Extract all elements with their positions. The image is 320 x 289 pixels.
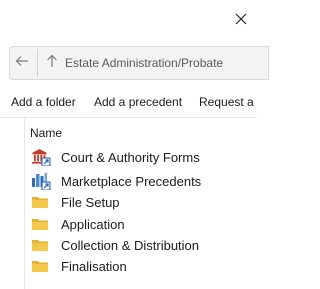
- column-divider: [24, 118, 25, 289]
- breadcrumb-path[interactable]: Estate Administration/Probate: [65, 56, 223, 70]
- folder-icon: [31, 257, 53, 275]
- folder-icon: [31, 236, 53, 254]
- list-item-label: Collection & Distribution: [61, 237, 200, 253]
- address-bar[interactable]: Estate Administration/Probate: [9, 46, 269, 80]
- back-button[interactable]: [10, 47, 34, 79]
- list-item-label: Application: [61, 216, 125, 232]
- column-header-name[interactable]: Name: [30, 126, 62, 140]
- up-button[interactable]: [40, 47, 64, 79]
- court-shortcut-icon: [31, 148, 53, 166]
- list-item-label: Finalisation: [61, 258, 127, 274]
- close-icon: [235, 12, 247, 30]
- folder-icon: [31, 215, 53, 233]
- folder-icon: [31, 193, 53, 211]
- arrow-left-icon: [15, 54, 29, 72]
- add-precedent-button[interactable]: Add a precedent: [94, 95, 182, 109]
- marketplace-shortcut-icon: [31, 172, 53, 190]
- list-item-finalisation[interactable]: Finalisation: [31, 256, 257, 276]
- toolbar: Add a folder Add a precedent Request a f: [11, 95, 257, 111]
- toolbar-divider: [0, 117, 257, 118]
- add-folder-button[interactable]: Add a folder: [11, 95, 76, 109]
- list-item-collection-distribution[interactable]: Collection & Distribution: [31, 235, 257, 255]
- nav-separator: [37, 49, 38, 77]
- list-item-label: Marketplace Precedents: [61, 173, 202, 189]
- list-item-file-setup[interactable]: File Setup: [31, 192, 257, 212]
- list-item-marketplace-precedents[interactable]: Marketplace Precedents: [31, 171, 257, 191]
- close-button[interactable]: [224, 6, 257, 36]
- list-item-court-authority-forms[interactable]: Court & Authority Forms: [31, 147, 257, 167]
- list-item-application[interactable]: Application: [31, 214, 257, 234]
- list-item-label: Court & Authority Forms: [61, 149, 200, 165]
- arrow-up-icon: [46, 54, 58, 73]
- request-button[interactable]: Request a f: [199, 95, 257, 109]
- list-item-label: File Setup: [61, 194, 120, 210]
